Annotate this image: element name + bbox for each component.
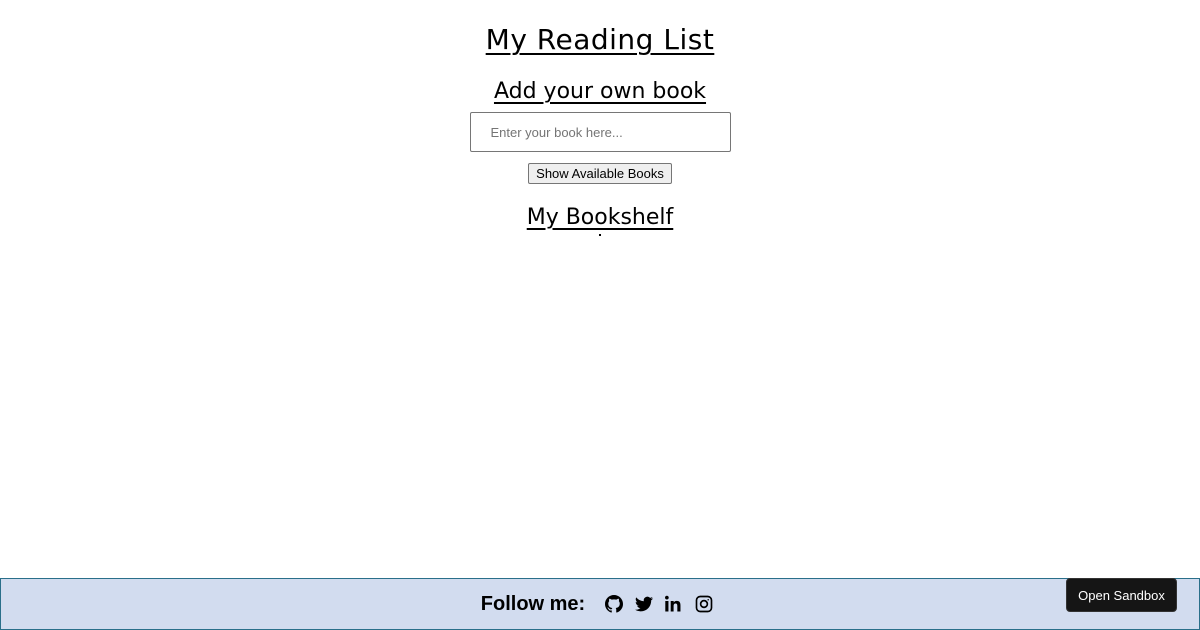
github-link[interactable] (604, 594, 624, 614)
book-input[interactable] (469, 112, 731, 152)
instagram-link[interactable] (694, 594, 714, 614)
follow-label: Follow me: (480, 592, 586, 615)
show-available-books-button[interactable]: Show Available Books (528, 163, 672, 184)
twitter-link[interactable] (634, 594, 654, 614)
github-icon (605, 595, 624, 613)
open-sandbox-button[interactable]: Open Sandbox (1066, 578, 1177, 612)
page-title: My Reading List (485, 23, 715, 56)
linkedin-link[interactable] (664, 594, 684, 614)
add-book-heading: Add your own book (493, 79, 707, 104)
bookshelf-list-marker (599, 234, 601, 236)
main-content: My Reading List Add your own book Show A… (0, 0, 1200, 238)
bookshelf-heading: My Bookshelf (526, 205, 674, 230)
page: My Reading List Add your own book Show A… (0, 0, 1200, 630)
footer: Follow me: (0, 578, 1200, 630)
linkedin-icon (665, 595, 681, 612)
twitter-icon (635, 596, 654, 612)
bookshelf-list (599, 234, 601, 238)
instagram-icon (695, 595, 713, 613)
